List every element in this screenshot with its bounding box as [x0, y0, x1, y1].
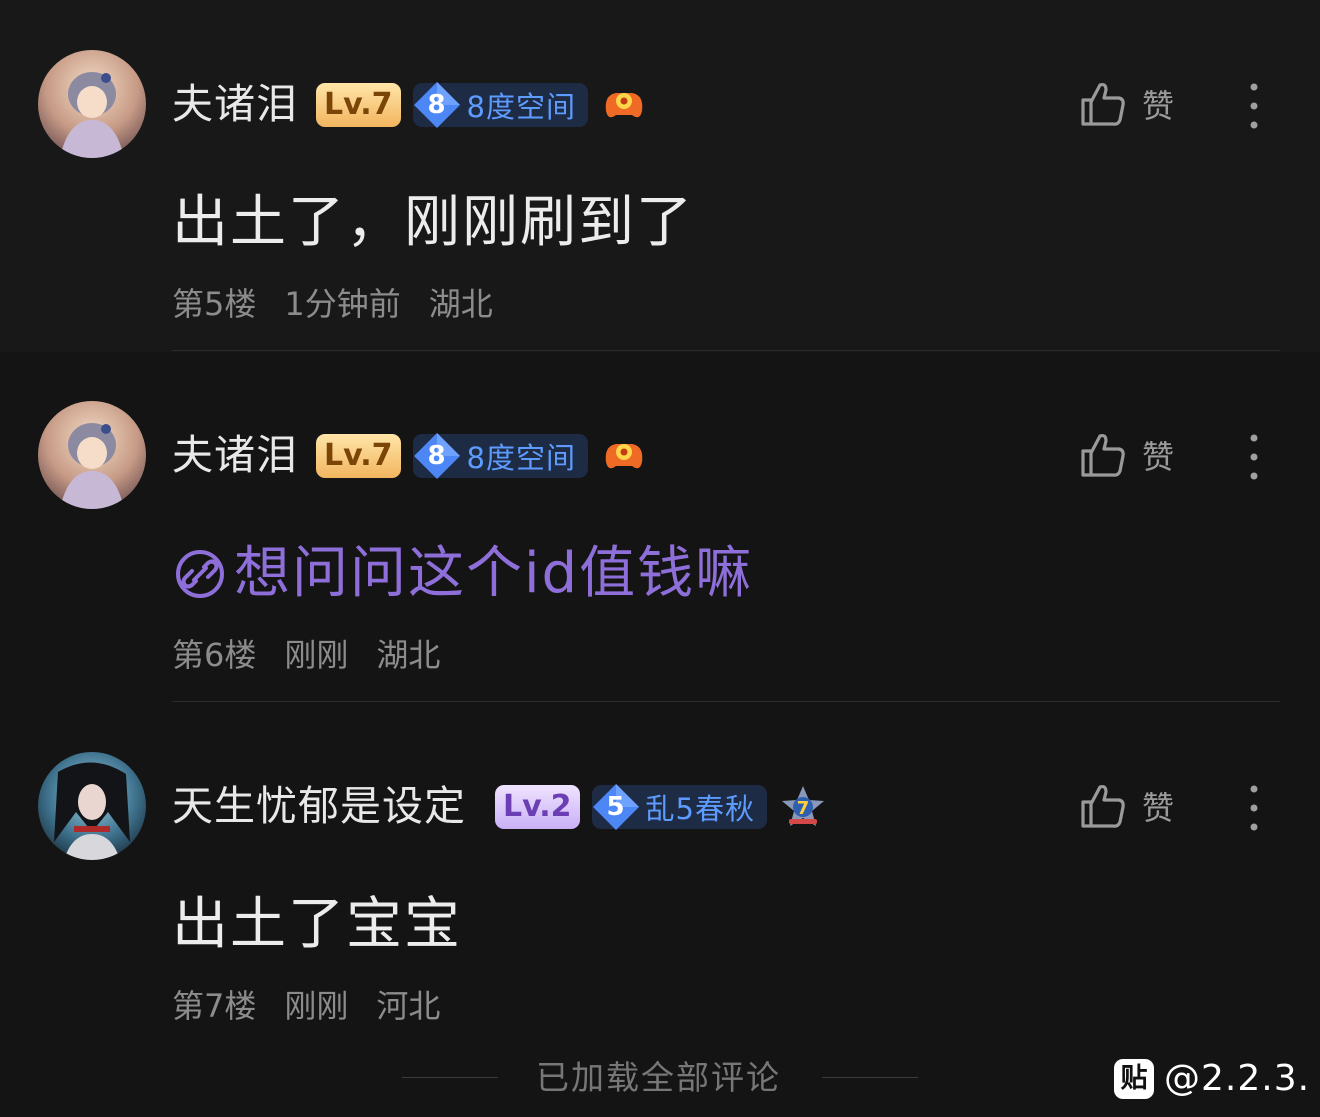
fan-badge[interactable]: 5 乱5春秋	[591, 784, 767, 830]
avatar[interactable]	[38, 752, 146, 860]
fan-badge-label: 8度空间	[466, 90, 576, 124]
game-controller-medal-icon	[605, 444, 643, 469]
more-options-icon[interactable]	[1240, 82, 1268, 130]
post-time: 1分钟前	[284, 285, 401, 323]
like-button[interactable]: 赞	[1080, 431, 1174, 479]
user-badges: Lv.7 8 8度空间	[316, 433, 648, 479]
comment-link-text[interactable]: 想问问这个id值钱嘛	[234, 541, 753, 607]
comment-link[interactable]: 想问问这个id值钱嘛	[172, 541, 753, 607]
comment-item: 天生忧郁是设定 Lv.2 5 乱5春秋 7 赞 出土了宝宝 第7楼 刚刚 河北	[0, 702, 1320, 1053]
fan-level-diamond-icon: 8	[411, 430, 463, 482]
fan-badge-label: 乱5春秋	[645, 792, 755, 826]
like-button[interactable]: 赞	[1080, 782, 1174, 830]
level-badge: Lv.7	[316, 434, 401, 478]
link-icon	[176, 550, 224, 598]
comment-item: 夫诸泪 Lv.7 8 8度空间 赞 想问问这个id值钱嘛 第6楼 刚刚 湖北	[0, 351, 1320, 702]
comment-item: 夫诸泪 Lv.7 8 8度空间 赞 出土了，刚刚刷到了 第5楼 1分钟前 湖北	[0, 0, 1320, 351]
user-badges: Lv.7 8 8度空间	[316, 82, 648, 128]
username[interactable]: 夫诸泪	[172, 429, 298, 481]
level-badge: Lv.7	[316, 83, 401, 127]
more-options-icon[interactable]	[1240, 433, 1268, 481]
ip-location: 湖北	[376, 636, 441, 674]
like-label: 赞	[1142, 87, 1175, 125]
fan-level-number: 5	[606, 792, 625, 822]
comment-text: 出土了，刚刚刷到了	[172, 190, 694, 255]
thumbs-up-icon	[1081, 82, 1125, 126]
thumbs-up-icon	[1081, 784, 1125, 828]
post-time: 刚刚	[284, 987, 349, 1025]
avatar[interactable]	[38, 401, 146, 509]
fan-badge[interactable]: 8 8度空间	[412, 82, 588, 128]
floor-number: 第5楼	[172, 285, 257, 323]
username[interactable]: 天生忧郁是设定	[172, 780, 466, 832]
ip-location: 河北	[376, 987, 441, 1025]
footer-divider-left	[402, 1077, 498, 1078]
like-label: 赞	[1142, 789, 1175, 827]
fan-level-number: 8	[427, 90, 446, 120]
comment-text: 出土了宝宝	[172, 892, 462, 957]
post-time: 刚刚	[284, 636, 349, 674]
watermark-text: @2.2.3.	[1164, 1058, 1311, 1099]
tieba-logo-icon: 贴	[1114, 1058, 1154, 1099]
username[interactable]: 夫诸泪	[172, 78, 298, 130]
level-badge: Lv.2	[495, 785, 580, 829]
floor-number: 第7楼	[172, 987, 257, 1025]
fan-level-diamond-icon: 5	[590, 781, 642, 833]
game-controller-medal-icon	[605, 93, 643, 118]
fan-badge-label: 8度空间	[466, 441, 576, 475]
floor-number: 第6楼	[172, 636, 257, 674]
ip-location: 湖北	[428, 285, 493, 323]
footer-text: 已加载全部评论	[536, 1058, 781, 1097]
like-button[interactable]: 赞	[1080, 80, 1174, 128]
fan-level-diamond-icon: 8	[411, 79, 463, 131]
svg-text:7: 7	[797, 798, 810, 819]
fan-badge[interactable]: 8 8度空间	[412, 433, 588, 479]
avatar[interactable]	[38, 50, 146, 158]
more-options-icon[interactable]	[1240, 784, 1268, 832]
comment-meta: 第6楼 刚刚 湖北	[172, 633, 468, 677]
watermark: 贴 @2.2.3.	[1114, 1058, 1310, 1099]
star-7-medal-icon: 7	[781, 786, 824, 826]
footer-divider-right	[822, 1077, 918, 1078]
comment-meta: 第7楼 刚刚 河北	[172, 984, 468, 1028]
fan-level-number: 8	[427, 441, 446, 471]
like-label: 赞	[1142, 438, 1175, 476]
comment-meta: 第5楼 1分钟前 湖北	[172, 282, 521, 326]
thumbs-up-icon	[1081, 433, 1125, 477]
user-badges: Lv.2 5 乱5春秋 7	[495, 784, 827, 830]
